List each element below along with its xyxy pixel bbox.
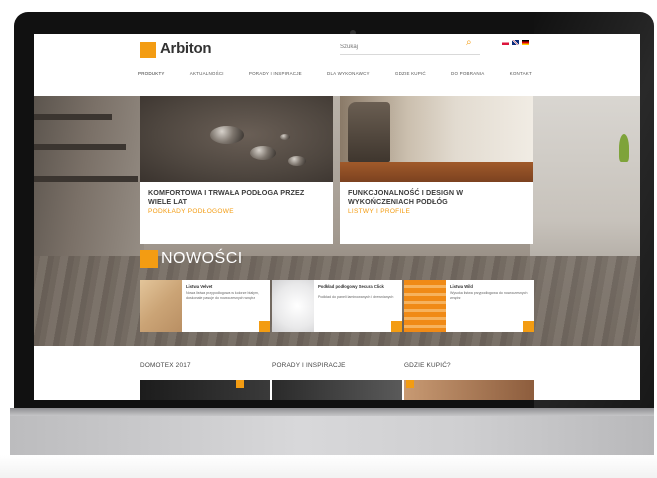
promo-card-podklady[interactable]: KOMFORTOWA I TRWAŁA PODŁOGA PRZEZ WIELE … [140, 96, 333, 244]
plant-image [619, 134, 629, 162]
section-heading[interactable]: DOMOTEX 2017 [140, 362, 191, 369]
product-desc: Podkład do paneli laminowanych i drewnia… [318, 295, 394, 299]
site-header: Arbiton ⌕ PRODUKTY AKTUALNOŚCI PORADY I … [34, 34, 640, 96]
product-card[interactable]: Listwa Wild Wysoka listwa przypodłogowa … [404, 280, 534, 332]
section-heading[interactable]: GDZIE KUPIĆ? [404, 362, 451, 369]
product-desc: Wysoka listwa przypodłogowa do nowoczesn… [450, 291, 528, 300]
water-drop [280, 134, 290, 140]
product-title: Listwa Wild [450, 284, 473, 289]
product-title: Podkład podłogowy Secura Click [318, 284, 384, 289]
water-drop [210, 126, 244, 144]
section-square-icon [140, 250, 158, 268]
main-nav: PRODUKTY AKTUALNOŚCI PORADY I INSPIRACJE… [138, 71, 532, 76]
product-arrow-button[interactable] [391, 321, 402, 332]
section-thumbnail[interactable] [272, 380, 402, 400]
product-card[interactable]: Listwa Velvet Nowa listwa przypodłogowa … [140, 280, 270, 332]
search-input[interactable] [340, 40, 480, 55]
promo-link[interactable]: PODKŁADY PODŁOGOWE [148, 208, 324, 215]
nav-item-produkty[interactable]: PRODUKTY [138, 71, 165, 76]
site-logo[interactable]: Arbiton [160, 40, 212, 57]
monitor-device: Arbiton ⌕ PRODUKTY AKTUALNOŚCI PORADY I … [0, 0, 657, 478]
new-products-heading: NOWOŚCI [161, 250, 243, 267]
promo-title: KOMFORTOWA I TRWAŁA PODŁOGA PRZEZ WIELE … [148, 188, 305, 206]
product-title: Listwa Velvet [186, 284, 213, 289]
nav-item-gdzie-kupic[interactable]: GDZIE KUPIĆ [395, 71, 426, 76]
product-image [140, 280, 182, 332]
product-desc: Nowa listwa przypodłogowa w kolorze biał… [186, 291, 259, 300]
product-image [272, 280, 314, 332]
search-icon[interactable]: ⌕ [466, 38, 476, 48]
product-card[interactable]: Podkład podłogowy Secura Click Podkład d… [272, 280, 402, 332]
language-switcher [502, 40, 529, 45]
section-thumbnail[interactable] [404, 380, 534, 400]
water-drop [250, 146, 276, 160]
corner-accent [236, 380, 244, 388]
product-arrow-button[interactable] [259, 321, 270, 332]
promo-link[interactable]: LISTWY I PROFILE [348, 208, 524, 215]
flag-pl-icon[interactable] [502, 40, 509, 45]
bottom-sections: DOMOTEX 2017 PORADY I INSPIRACJE GDZIE K… [34, 346, 640, 400]
interior-image [340, 96, 533, 182]
nav-item-porady[interactable]: PORADY I INSPIRACJE [249, 71, 302, 76]
corner-accent [406, 380, 414, 388]
nav-item-aktualnosci[interactable]: AKTUALNOŚCI [190, 71, 224, 76]
floor-strip [340, 162, 533, 182]
nav-item-do-pobrania[interactable]: DO POBRANIA [451, 71, 484, 76]
logo-square-icon [140, 42, 156, 58]
flag-de-icon[interactable] [522, 40, 529, 45]
website-screen: Arbiton ⌕ PRODUKTY AKTUALNOŚCI PORADY I … [34, 34, 640, 400]
water-drop [288, 156, 306, 166]
monitor-chin-shadow [10, 408, 654, 416]
promo-title: FUNKCJONALNOŚĆ I DESIGN W WYKOŃCZENIACH … [348, 188, 464, 206]
nav-item-dla-wykonawcy[interactable]: DLA WYKONAWCY [327, 71, 370, 76]
stair-step [34, 176, 138, 182]
chair-image [348, 102, 390, 162]
section-thumbnail[interactable] [140, 380, 270, 400]
flag-en-icon[interactable] [512, 40, 519, 45]
water-drops-image [140, 96, 333, 182]
promo-card-listwy[interactable]: FUNKCJONALNOŚĆ I DESIGN W WYKOŃCZENIACH … [340, 96, 533, 244]
nav-item-kontakt[interactable]: KONTAKT [510, 71, 532, 76]
stair-step [34, 144, 126, 150]
stair-step [34, 114, 112, 120]
product-arrow-button[interactable] [523, 321, 534, 332]
monitor-stand-area [0, 455, 657, 478]
product-image [404, 280, 446, 332]
section-heading[interactable]: PORADY I INSPIRACJE [272, 362, 346, 369]
